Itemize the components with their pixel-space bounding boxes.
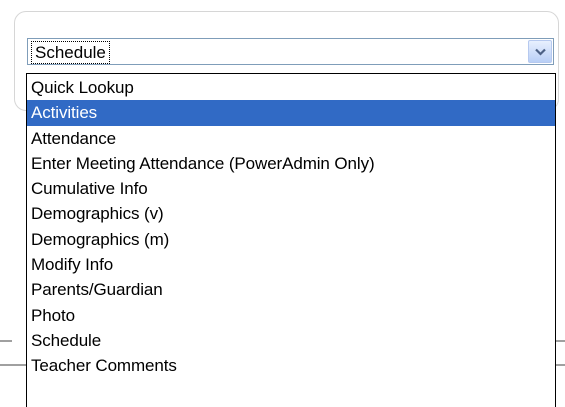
dropdown-option[interactable]: Photo [27,303,555,328]
dropdown-option[interactable]: Attendance [27,126,555,151]
page: Schedule Quick Lookup Activities Attendanc… [0,0,565,407]
chevron-down-icon [535,48,546,56]
dropdown-option[interactable]: Demographics (m) [27,227,555,252]
selected-value: Schedule [31,41,110,64]
dropdown-option[interactable]: Enter Meeting Attendance (PowerAdmin Onl… [27,151,555,176]
dropdown-option[interactable]: Teacher Comments [27,353,555,378]
page-select-dropdown[interactable]: Schedule [27,38,554,65]
dropdown-option[interactable]: Cumulative Info [27,176,555,201]
dropdown-option[interactable]: Quick Lookup [27,75,555,100]
dropdown-option[interactable]: Schedule [27,328,555,353]
dropdown-option[interactable]: Parents/Guardian [27,277,555,302]
background-divider-left-lower [0,364,26,366]
dropdown-option[interactable]: Activities [27,100,555,126]
dropdown-toggle-button[interactable] [528,40,552,63]
background-divider-right [556,340,565,342]
background-divider-left [0,340,12,342]
dropdown-options-list[interactable]: Quick Lookup Activities Attendance Enter Me… [26,73,556,407]
dropdown-option[interactable]: Demographics (v) [27,201,555,226]
dropdown-option[interactable]: Modify Info [27,252,555,277]
background-divider-right-lower [556,364,565,366]
